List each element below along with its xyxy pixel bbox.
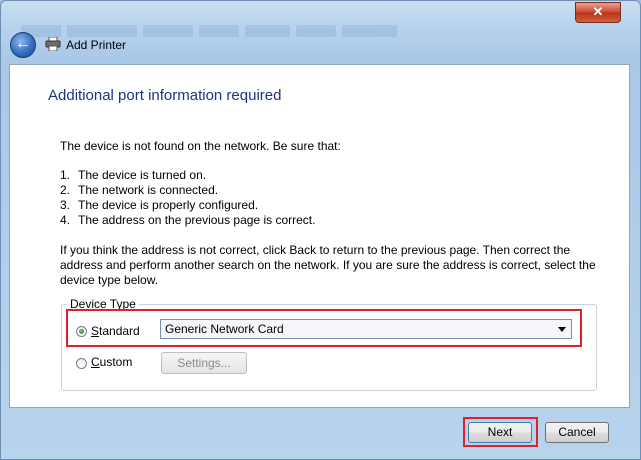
instructions-paragraph: If you think the address is not correct,… [60,243,596,287]
printer-icon [45,37,61,51]
custom-radio[interactable] [76,358,87,369]
wizard-header: ← Add Printer [1,29,640,63]
back-button[interactable]: ← [10,32,36,58]
custom-radio-label[interactable]: Custom [91,355,132,369]
back-arrow-icon: ← [15,35,31,52]
list-item: 3. The device is properly configured. [60,198,259,212]
list-item: 1. The device is turned on. [60,168,207,182]
wizard-content: Additional port information required The… [9,64,630,408]
close-icon: ✕ [592,4,604,19]
standard-highlight-box [66,309,582,347]
list-item: 4. The address on the previous page is co… [60,213,316,227]
next-button[interactable]: Next [468,422,532,443]
intro-text: The device is not found on the network. … [60,139,341,153]
cancel-button[interactable]: Cancel [545,422,609,443]
window-title: Add Printer [66,38,127,52]
close-button[interactable]: ✕ [575,2,621,23]
list-item: 2. The network is connected. [60,183,219,197]
add-printer-window: ✕ ← Add Printer Additional port informat… [0,0,641,460]
settings-button: Settings... [161,352,247,374]
checklist: 1. The device is turned on. 2. The network… [60,168,315,228]
page-heading: Additional port information required [48,87,282,104]
